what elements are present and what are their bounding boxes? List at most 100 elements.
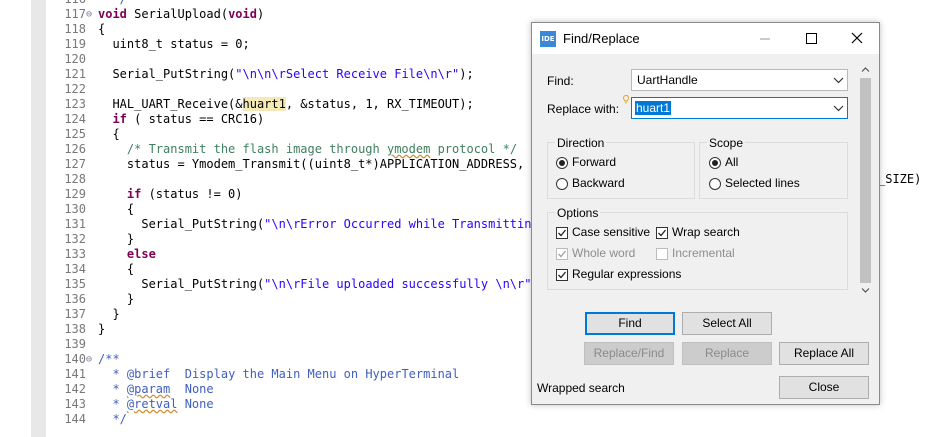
line-number: 138 xyxy=(64,322,86,336)
scrollbar-thumb[interactable] xyxy=(860,78,871,283)
select-all-button[interactable]: Select All xyxy=(682,312,772,335)
wrap-search-checkbox[interactable] xyxy=(656,227,668,239)
code-token: } xyxy=(98,292,135,306)
code-token: Serial_PutString( xyxy=(98,217,265,231)
vertical-scrollbar[interactable] xyxy=(857,62,874,297)
code-text: if (status != 0) xyxy=(98,187,243,202)
maximize-button[interactable] xyxy=(788,23,834,54)
selected-lines-radio[interactable] xyxy=(709,178,721,190)
code-text: Serial_PutString("\n\n\rSelect Receive F… xyxy=(98,67,473,82)
checkmark-icon xyxy=(658,229,667,237)
code-text: { xyxy=(98,262,134,277)
scope-all-radio[interactable] xyxy=(709,157,721,169)
wrap-search-label[interactable]: Wrap search xyxy=(672,225,740,239)
line-number: 137 xyxy=(64,307,86,321)
code-token: HAL_UART_Receive(& xyxy=(98,97,243,111)
line-number: 129 xyxy=(64,187,86,201)
chevron-down-icon[interactable] xyxy=(833,103,844,114)
radio-dot xyxy=(712,160,718,166)
line-number: 132 xyxy=(64,232,86,246)
status-text: Wrapped search xyxy=(537,381,625,395)
scope-group xyxy=(699,142,848,199)
code-text: uint8_t status = 0; xyxy=(98,37,250,52)
code-token: status = Ymodem_Transmit((uint8_t*)APPLI… xyxy=(98,157,546,171)
code-token: "\n\n\rSelect Receive File\n\r" xyxy=(235,67,460,81)
checkmark-icon xyxy=(558,250,567,258)
code-token: uint8_t status = 0; xyxy=(98,37,250,51)
line-number: 123 xyxy=(64,97,86,111)
close-icon xyxy=(851,32,863,44)
maximize-icon xyxy=(806,33,817,44)
code-token: protocol */ xyxy=(430,142,518,156)
code-token: } xyxy=(98,232,135,246)
minimize-icon xyxy=(760,38,770,40)
scroll-down-icon[interactable] xyxy=(860,286,871,295)
code-token: None xyxy=(177,397,214,411)
code-text: } xyxy=(98,322,105,337)
code-text: else xyxy=(98,247,156,262)
whole-word-label: Whole word xyxy=(572,246,636,260)
code-text: * @retval None xyxy=(98,397,214,412)
code-token: if xyxy=(126,187,142,201)
line-number: 118 xyxy=(64,22,86,36)
find-combobox[interactable]: UartHandle xyxy=(631,69,848,91)
code-token: @retval xyxy=(126,397,178,411)
replace-find-button: Replace/Find xyxy=(584,342,674,365)
regular-expressions-label[interactable]: Regular expressions xyxy=(572,267,681,281)
replace-with-combobox[interactable]: huart1 xyxy=(631,97,848,119)
scope-group-title: Scope xyxy=(707,136,746,150)
code-text: */ xyxy=(98,0,126,7)
line-number: 143 xyxy=(64,397,86,411)
backward-label[interactable]: Backward xyxy=(572,176,625,190)
find-replace-dialog: IDE Find/Replace Find: UartHandle Replac… xyxy=(531,22,880,405)
code-text: HAL_UART_Receive(&huart1, &status, 1, RX… xyxy=(98,97,474,112)
find-button[interactable]: Find xyxy=(585,312,675,335)
code-text: { xyxy=(98,127,119,142)
editor-gutter xyxy=(31,0,46,437)
code-token: { xyxy=(98,262,135,276)
forward-radio[interactable] xyxy=(556,157,568,169)
chevron-down-icon[interactable] xyxy=(833,75,844,86)
code-token: */ xyxy=(98,412,127,426)
fold-toggle-icon[interactable]: ⊖ xyxy=(86,352,92,367)
case-sensitive-checkbox[interactable] xyxy=(556,227,568,239)
code-token: void xyxy=(228,7,257,21)
close-button[interactable]: Close xyxy=(779,376,869,399)
forward-label[interactable]: Forward xyxy=(572,155,616,169)
incremental-label: Incremental xyxy=(672,246,735,260)
line-number: 144 xyxy=(64,412,86,426)
replace-value: huart1 xyxy=(635,101,672,115)
line-number: 122 xyxy=(64,82,86,96)
code-token: if xyxy=(112,112,127,126)
scroll-up-icon[interactable] xyxy=(860,65,871,74)
code-token: else xyxy=(126,247,156,261)
code-token: None xyxy=(170,382,214,396)
code-text: void SerialUpload(void) xyxy=(98,7,264,22)
line-number: 121 xyxy=(64,67,86,81)
code-token: { xyxy=(98,22,106,36)
close-window-button[interactable] xyxy=(834,23,880,54)
case-sensitive-label[interactable]: Case sensitive xyxy=(572,225,650,239)
scope-all-label[interactable]: All xyxy=(725,155,738,169)
code-token: (status != 0) xyxy=(141,187,243,201)
selected-lines-label[interactable]: Selected lines xyxy=(725,176,800,190)
regular-expressions-checkbox[interactable] xyxy=(556,269,568,281)
code-token: * xyxy=(98,382,127,396)
minimize-button[interactable] xyxy=(742,23,788,54)
backward-radio[interactable] xyxy=(556,178,568,190)
code-token: /** xyxy=(98,352,120,366)
fold-toggle-icon[interactable]: ⊖ xyxy=(86,7,92,22)
line-number: 126 xyxy=(64,142,86,156)
code-text: { xyxy=(98,202,134,217)
find-value: UartHandle xyxy=(637,73,698,87)
title-bar[interactable]: IDE Find/Replace xyxy=(532,23,879,54)
code-text: * @param None xyxy=(98,382,214,397)
code-token: { xyxy=(98,202,135,216)
whole-word-checkbox xyxy=(556,248,568,260)
line-number: 125 xyxy=(64,127,86,141)
code-text: status = Ymodem_Transmit((uint8_t*)APPLI… xyxy=(98,157,546,172)
line-number: 120 xyxy=(64,52,86,66)
replace-all-button[interactable]: Replace All xyxy=(779,342,869,365)
